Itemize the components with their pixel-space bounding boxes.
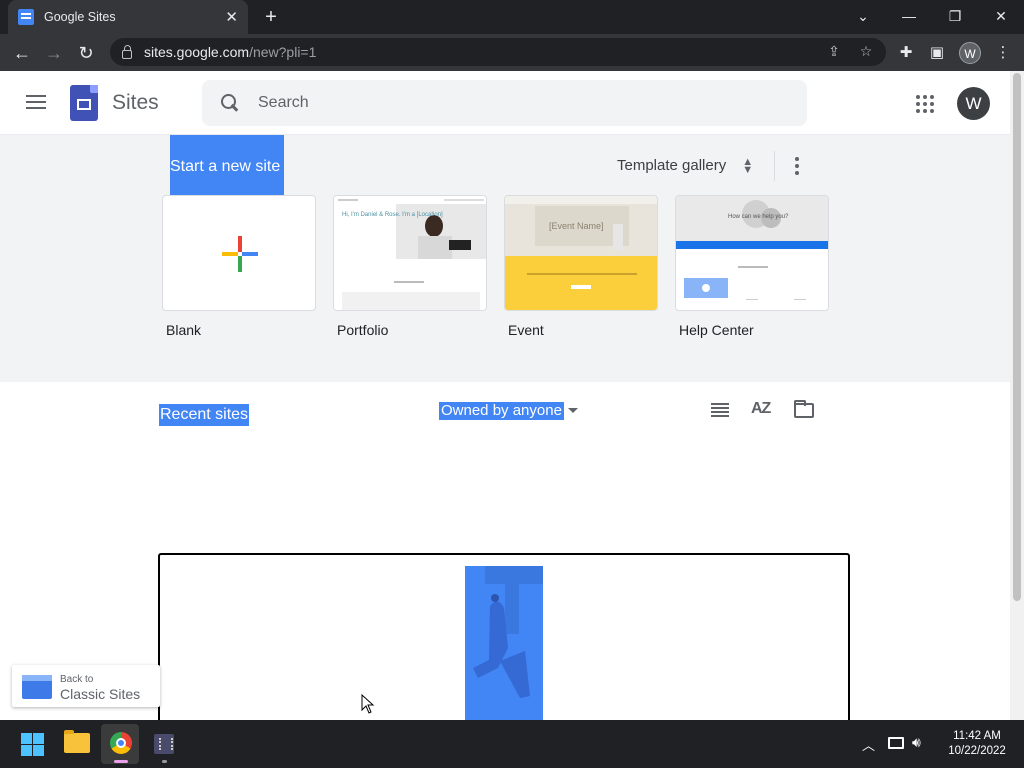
forward-arrow-icon[interactable]: → — [40, 39, 68, 67]
back-to-label: Back to — [60, 674, 94, 685]
close-tab-icon[interactable]: ✕ — [225, 8, 238, 26]
tab-search-icon[interactable]: ⌄ — [840, 0, 886, 34]
browser-tab-strip: Google Sites ✕ + ⌄ — ❐ ✕ — [0, 0, 1024, 34]
chrome-icon — [110, 732, 132, 754]
app-title[interactable]: Sites — [112, 91, 159, 115]
tab-title: Google Sites — [44, 10, 116, 24]
template-label-blank: Blank — [166, 322, 202, 338]
minimize-button[interactable]: — — [886, 0, 932, 34]
browser-toolbar: ← → ↻ sites.google.com/new?pli=1 ⇪ ☆ ✚ ▣… — [0, 34, 1024, 71]
volume-icon[interactable]: 🔊︎ — [912, 734, 921, 751]
browser-menu-icon[interactable]: ⋮ — [990, 40, 1016, 66]
clock-date: 10/22/2022 — [948, 745, 1006, 757]
video-editor-icon[interactable] — [154, 734, 174, 754]
account-avatar[interactable]: W — [957, 87, 990, 120]
restore-button[interactable]: ❐ — [932, 0, 978, 34]
main-menu-icon[interactable] — [26, 95, 46, 109]
scrollbar-thumb[interactable] — [1013, 73, 1021, 601]
search-input[interactable] — [258, 94, 758, 112]
sites-favicon-icon — [18, 9, 34, 25]
template-card-help-center[interactable]: How can we help you? — [675, 195, 829, 311]
lock-icon[interactable] — [122, 44, 132, 59]
empty-state-illustration — [465, 566, 543, 720]
help-center-heading: How can we help you? — [728, 214, 789, 220]
running-app-indicator — [162, 760, 167, 763]
portfolio-thumbnail: Hi, I'm Daniel & Rose. I'm a [Location] — [334, 196, 486, 310]
template-label-portfolio: Portfolio — [337, 322, 389, 338]
profile-avatar[interactable]: W — [959, 42, 981, 64]
active-app-indicator — [114, 760, 128, 763]
event-heading: [Event Name] — [549, 221, 604, 231]
unfold-icon: ▲ ▼ — [742, 155, 754, 176]
side-panel-icon[interactable]: ▣ — [924, 40, 950, 66]
sort-az-icon[interactable]: AZ — [751, 400, 771, 418]
new-tab-button[interactable]: + — [258, 4, 284, 30]
file-explorer-icon[interactable] — [64, 730, 90, 753]
divider — [774, 151, 775, 181]
url-path: /new?pli=1 — [249, 44, 317, 60]
help-center-thumbnail: How can we help you? — [676, 196, 828, 310]
network-icon[interactable] — [888, 737, 904, 749]
close-window-button[interactable]: ✕ — [978, 0, 1024, 34]
template-card-blank[interactable] — [162, 195, 316, 311]
search-icon[interactable] — [220, 93, 240, 113]
windows-start-icon[interactable] — [21, 733, 44, 756]
more-options-icon[interactable] — [795, 157, 799, 175]
google-apps-icon[interactable] — [916, 95, 934, 113]
template-card-portfolio[interactable]: Hi, I'm Daniel & Rose. I'm a [Location] — [333, 195, 487, 311]
template-label-event: Event — [508, 322, 544, 338]
template-section: Start a new site Template gallery ▲ ▼ Bla… — [0, 135, 1010, 382]
sites-logo-icon[interactable] — [70, 85, 98, 121]
show-hidden-icons-chevron-icon[interactable]: ︿ — [862, 735, 875, 754]
start-new-site-heading: Start a new site — [170, 135, 284, 199]
reload-icon[interactable]: ↻ — [72, 39, 100, 67]
template-label-help-center: Help Center — [679, 322, 754, 338]
classic-sites-icon — [22, 675, 52, 699]
folder-icon[interactable] — [794, 400, 814, 418]
browser-tab[interactable]: Google Sites ✕ — [8, 0, 248, 34]
page-scrollbar[interactable] — [1010, 71, 1024, 720]
back-to-classic-sites-button[interactable]: Back to Classic Sites — [12, 665, 160, 707]
address-bar[interactable]: sites.google.com/new?pli=1 ⇪ ☆ — [110, 38, 886, 66]
windows-taskbar: ︿ 🔊︎ 11:42 AM 10/22/2022 — [0, 720, 1024, 768]
portfolio-heading: Hi, I'm Daniel & Rose. I'm a [Location] — [342, 212, 443, 218]
recent-sites-heading: Recent sites — [159, 404, 250, 426]
dropdown-arrow-icon[interactable] — [568, 408, 578, 413]
share-icon[interactable]: ⇪ — [824, 43, 844, 60]
classic-sites-label: Classic Sites — [60, 686, 141, 702]
mouse-cursor-icon — [361, 694, 375, 714]
template-gallery-button[interactable]: Template gallery ▲ ▼ — [617, 155, 754, 176]
list-view-icon[interactable] — [711, 403, 729, 417]
clock-time: 11:42 AM — [953, 730, 1001, 742]
system-clock[interactable]: 11:42 AM 10/22/2022 — [944, 729, 1010, 759]
event-thumbnail: [Event Name] — [505, 196, 657, 310]
template-gallery-label: Template gallery — [617, 157, 727, 174]
search-box[interactable] — [202, 80, 807, 126]
url-host: sites.google.com — [144, 44, 250, 60]
back-arrow-icon[interactable]: ← — [8, 39, 36, 67]
owner-filter-label: Owned by anyone — [441, 402, 562, 419]
colorful-plus-icon — [222, 236, 258, 272]
bookmark-star-icon[interactable]: ☆ — [856, 43, 876, 60]
extensions-puzzle-icon[interactable]: ✚ — [893, 40, 919, 66]
owner-filter-dropdown[interactable]: Owned by anyone — [439, 402, 564, 420]
template-card-event[interactable]: [Event Name] — [504, 195, 658, 311]
chrome-taskbar-button[interactable] — [101, 724, 139, 764]
app-header: Sites W — [0, 71, 1010, 135]
